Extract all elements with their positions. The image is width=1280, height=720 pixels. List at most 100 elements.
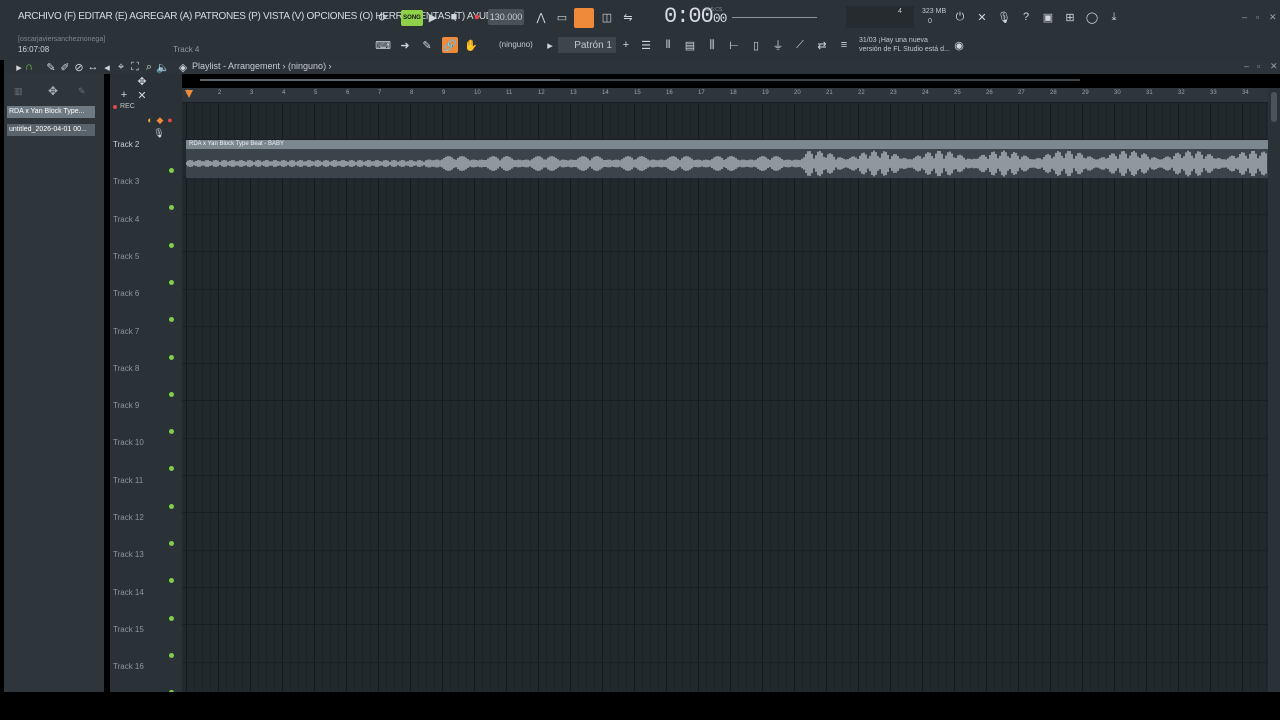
horizontal-scrollbar-thumb[interactable] [200, 79, 560, 81]
track-active-indicator[interactable] [169, 354, 174, 360]
mixer-icon[interactable]: ⊞ [1063, 10, 1077, 24]
playhead-marker[interactable] [185, 90, 193, 98]
playlist-minimize-icon[interactable]: – [1244, 61, 1249, 71]
stop-icon[interactable]: ■ [447, 10, 461, 24]
magnet-icon[interactable]: ∩ [22, 60, 36, 74]
chat-icon[interactable]: ◯ [1085, 10, 1099, 24]
draw-tool-icon[interactable]: ✎ [44, 60, 58, 74]
track-active-indicator[interactable] [169, 391, 174, 397]
track-name[interactable]: Track 14 [113, 588, 144, 597]
download-icon[interactable]: ⤓ [1107, 10, 1121, 24]
slice-tool-icon[interactable]: ⌖ [114, 60, 128, 74]
picker-item[interactable]: untitled_2026-04-01 00... [7, 124, 95, 136]
list-icon[interactable]: ≡ [837, 38, 851, 52]
arrow-right-icon[interactable]: ➜ [398, 38, 412, 52]
channel-rack-icon[interactable]: ⫴ [661, 38, 675, 52]
globe-icon[interactable]: ◉ [952, 38, 966, 52]
loop-record-icon[interactable]: ⇋ [621, 10, 635, 24]
track-name[interactable]: Track 4 [113, 215, 139, 224]
add-track-icon[interactable]: + [117, 88, 131, 102]
metronome-icon[interactable]: ⋀ [534, 10, 548, 24]
track-name[interactable]: Track 6 [113, 289, 139, 298]
track-name[interactable]: Track 15 [113, 625, 144, 634]
snap-magnet-icon[interactable]: 🔗 [442, 37, 458, 53]
brush-icon[interactable]: ⟋ [793, 38, 807, 52]
slip-tool-icon[interactable]: ↔ [86, 60, 100, 74]
track-name[interactable]: Track 10 [113, 438, 144, 447]
minimize-window-icon[interactable]: – [1242, 12, 1247, 22]
audio-clip[interactable]: RDA x Yan Block Type Beat - BABY [186, 140, 1268, 178]
track-name[interactable]: Track 8 [113, 364, 139, 373]
track-name[interactable]: Track 7 [113, 327, 139, 336]
mute-tool-icon[interactable]: ◂ [100, 60, 114, 74]
delete-tool-icon[interactable]: ⊘ [72, 60, 86, 74]
countdown-button[interactable] [574, 8, 594, 28]
save-icon[interactable]: ▣ [1041, 10, 1055, 24]
blend-notes-icon[interactable]: ◫ [600, 10, 614, 24]
news-panel[interactable]: 31/03 ¡Hay una nueva versión de FL Studi… [859, 36, 950, 54]
microphone-icon[interactable]: 🎙 [997, 10, 1011, 24]
picker-pencil-icon[interactable]: ✎ [78, 86, 86, 97]
record-icon[interactable]: ● [470, 10, 484, 24]
track-active-indicator[interactable] [169, 242, 174, 248]
mixer-sliders-icon[interactable]: ⫼ [705, 38, 719, 52]
tempo-display[interactable]: 130.000 [488, 9, 524, 25]
track-mic-icon[interactable]: 🎙 [152, 126, 166, 140]
track-active-indicator[interactable] [169, 615, 174, 621]
refresh-icon[interactable]: ⟳ [376, 10, 390, 24]
playlist-arrow-icon[interactable]: ◈ [176, 60, 190, 74]
playlist-icon[interactable]: ☰ [639, 38, 653, 52]
piano-roll-icon[interactable]: ▤ [683, 38, 697, 52]
track-name[interactable]: Track 5 [113, 252, 139, 261]
remove-track-icon[interactable]: ✕ [135, 88, 149, 102]
track-name[interactable]: Track 9 [113, 401, 139, 410]
wait-input-icon[interactable]: ▭ [555, 10, 569, 24]
zoom-horizontal-icon[interactable]: ✥ [135, 74, 149, 88]
clipboard-icon[interactable]: ▯ [749, 38, 763, 52]
horizontal-scrollbar[interactable] [200, 79, 1080, 81]
master-volume-slider[interactable] [732, 17, 817, 18]
select-tool-icon[interactable]: ⛶ [128, 60, 142, 74]
song-mode-button[interactable]: SONG [401, 10, 423, 26]
track-name[interactable]: Track 16 [113, 662, 144, 671]
keyboard-icon[interactable]: ⌨ [375, 38, 391, 52]
playlist-maximize-icon[interactable]: ▫ [1257, 61, 1260, 71]
track-name[interactable]: Track 2 [113, 140, 139, 149]
playback-tool-icon[interactable]: 🔈 [156, 60, 170, 74]
help-icon[interactable]: ? [1019, 10, 1033, 24]
picker-move-icon[interactable]: ✥ [48, 84, 58, 98]
track-active-indicator[interactable] [169, 652, 174, 658]
paint-tool-icon[interactable]: ✐ [58, 60, 72, 74]
track-name[interactable]: Track 11 [113, 476, 143, 485]
plug-icon[interactable]: ⏚ [771, 38, 785, 52]
picker-grid-icon[interactable]: ▥ [14, 86, 23, 97]
track-name[interactable]: Track 3 [113, 177, 139, 186]
track-name[interactable]: Track 13 [113, 550, 144, 559]
pattern-prev-icon[interactable]: ▸ [543, 38, 557, 52]
browser-tree-icon[interactable]: ⊢ [727, 38, 741, 52]
picker-item[interactable]: RDA x Yan Block Type... [7, 106, 95, 118]
track-record-icon[interactable]: ● [163, 113, 177, 127]
playlist-close-icon[interactable]: ✕ [1270, 61, 1278, 72]
track-name[interactable]: Track 12 [113, 513, 144, 522]
add-pattern-icon[interactable]: + [619, 38, 633, 52]
pencil-icon[interactable]: ✎ [420, 38, 434, 52]
playlist-grid[interactable] [182, 102, 1268, 692]
power-icon[interactable]: ⏻ [953, 10, 967, 24]
timeline-ruler[interactable]: 1 2 3 4 5 6 7 8 9 10 11 12 13 14 15 16 17 18 19 20 21 22 23 24 2… [182, 88, 1268, 102]
snap-selector[interactable]: (ninguno) [499, 40, 533, 49]
maximize-window-icon[interactable]: ▫ [1256, 12, 1259, 22]
track-active-indicator[interactable] [169, 279, 174, 285]
vertical-scrollbar[interactable] [1268, 88, 1280, 692]
swap-icon[interactable]: ⇄ [815, 38, 829, 52]
zoom-tool-icon[interactable]: ⌕ [142, 60, 156, 74]
play-icon[interactable]: ▶ [426, 10, 440, 24]
track-active-indicator[interactable] [169, 541, 174, 546]
tools-icon[interactable]: ✕ [975, 10, 989, 24]
pattern-selector[interactable]: Patrón 1 [558, 37, 616, 53]
scrollbar-thumb[interactable] [1271, 92, 1277, 122]
track-active-indicator[interactable] [169, 168, 174, 173]
hand-icon[interactable]: ✋ [464, 38, 478, 52]
close-window-icon[interactable]: ✕ [1269, 12, 1277, 23]
track-active-indicator[interactable] [169, 503, 174, 509]
